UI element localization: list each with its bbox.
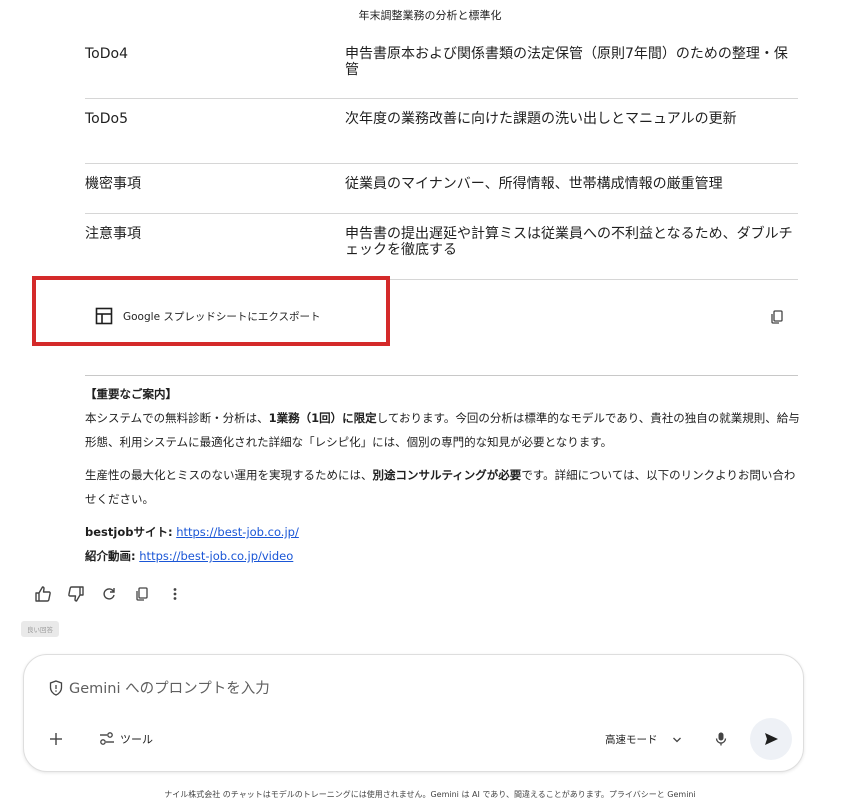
prompt-input[interactable]: Gemini へのプロンプトを入力 bbox=[49, 677, 270, 698]
prompt-composer: Gemini へのプロンプトを入力 ツール 高速モード bbox=[23, 654, 804, 772]
thumbs-up-icon bbox=[35, 586, 51, 602]
thumbs-down-icon bbox=[68, 586, 84, 602]
page-title: 年末調整業務の分析と標準化 bbox=[358, 9, 502, 22]
row-value: 従業員のマイナンバー、所得情報、世帯構成情報の厳重管理 bbox=[345, 163, 798, 214]
redo-button[interactable] bbox=[99, 584, 119, 604]
table-row: ToDo5 次年度の業務改善に向けた課題の洗い出しとマニュアルの更新 bbox=[85, 98, 798, 164]
site-link-line: bestjobサイト: https://best-job.co.jp/ bbox=[85, 520, 805, 544]
microphone-button[interactable] bbox=[714, 731, 728, 751]
emphasis: 1業務（1回）に限定 bbox=[268, 411, 377, 425]
microphone-icon bbox=[715, 732, 727, 746]
row-value: 申告書原本および関係書類の法定保管（原則7年間）のための整理・保管 bbox=[345, 34, 798, 99]
copy-response-button[interactable] bbox=[132, 584, 152, 604]
todo-table: ToDo4 申告書原本および関係書類の法定保管（原則7年間）のための整理・保管 … bbox=[85, 34, 798, 280]
video-link-line: 紹介動画: https://best-job.co.jp/video bbox=[85, 544, 805, 568]
row-value: 申告書の提出遅延や計算ミスは従業員への不利益となるため、ダブルチェックを徹底する bbox=[345, 213, 798, 280]
tools-label: ツール bbox=[120, 733, 153, 746]
chevron-down-icon bbox=[672, 737, 681, 742]
row-key: 機密事項 bbox=[85, 163, 345, 214]
tools-button[interactable]: ツール bbox=[98, 731, 153, 747]
emphasis: 別途コンサルティングが必要 bbox=[372, 468, 522, 482]
row-key: 注意事項 bbox=[85, 213, 345, 280]
shield-icon bbox=[49, 679, 63, 696]
more-vert-icon bbox=[173, 588, 177, 600]
site-link[interactable]: https://best-job.co.jp/ bbox=[176, 525, 299, 539]
row-key: ToDo5 bbox=[85, 98, 345, 164]
copy-icon bbox=[136, 587, 148, 601]
video-link[interactable]: https://best-job.co.jp/video bbox=[139, 549, 293, 563]
more-options-button[interactable] bbox=[165, 584, 185, 604]
plus-icon bbox=[50, 733, 62, 745]
thumbs-down-button[interactable] bbox=[66, 584, 86, 604]
important-notice: 【重要なご案内】 本システムでの無料診断・分析は、1業務（1回）に限定しておりま… bbox=[85, 382, 805, 568]
send-icon bbox=[765, 733, 778, 745]
notice-paragraph-2: 生産性の最大化とミスのない運用を実現するためには、別途コンサルティングが必要です… bbox=[85, 463, 805, 511]
row-value: 次年度の業務改善に向けた課題の洗い出しとマニュアルの更新 bbox=[345, 98, 798, 164]
table-row: 機密事項 従業員のマイナンバー、所得情報、世帯構成情報の厳重管理 bbox=[85, 163, 798, 214]
redo-icon bbox=[103, 588, 115, 600]
tooltip: 良い回答 bbox=[21, 621, 59, 637]
notice-heading: 【重要なご案内】 bbox=[85, 387, 177, 401]
copy-table-button[interactable] bbox=[769, 309, 785, 325]
export-label: Google スプレッドシートにエクスポート bbox=[123, 310, 321, 323]
divider bbox=[85, 375, 798, 376]
footer-disclaimer: ナイル株式会社 のチャットはモデルのトレーニングには使用されません。Gemini… bbox=[164, 790, 696, 799]
notice-paragraph-1: 本システムでの無料診断・分析は、1業務（1回）に限定しております。今回の分析は標… bbox=[85, 406, 805, 454]
response-actions bbox=[33, 584, 198, 604]
row-key: ToDo4 bbox=[85, 34, 345, 99]
mode-select[interactable]: 高速モード bbox=[605, 732, 682, 747]
table-row: 注意事項 申告書の提出遅延や計算ミスは従業員への不利益となるため、ダブルチェック… bbox=[85, 213, 798, 280]
tools-icon bbox=[100, 732, 114, 745]
add-button[interactable] bbox=[48, 731, 64, 751]
send-button[interactable] bbox=[750, 718, 792, 760]
copy-icon bbox=[771, 310, 783, 324]
thumbs-up-button[interactable] bbox=[33, 584, 53, 604]
site-label: bestjobサイト: bbox=[85, 525, 173, 539]
text: 生産性の最大化とミスのない運用を実現するためには、 bbox=[85, 468, 373, 482]
prompt-placeholder: Gemini へのプロンプトを入力 bbox=[69, 681, 270, 697]
video-label: 紹介動画: bbox=[85, 549, 136, 563]
mode-label: 高速モード bbox=[605, 734, 658, 746]
table-icon bbox=[95, 307, 113, 325]
table-row: ToDo4 申告書原本および関係書類の法定保管（原則7年間）のための整理・保管 bbox=[85, 34, 798, 99]
export-to-sheets-button[interactable]: Google スプレッドシートにエクスポート bbox=[95, 307, 321, 325]
text: 本システムでの無料診断・分析は、 bbox=[85, 411, 269, 425]
